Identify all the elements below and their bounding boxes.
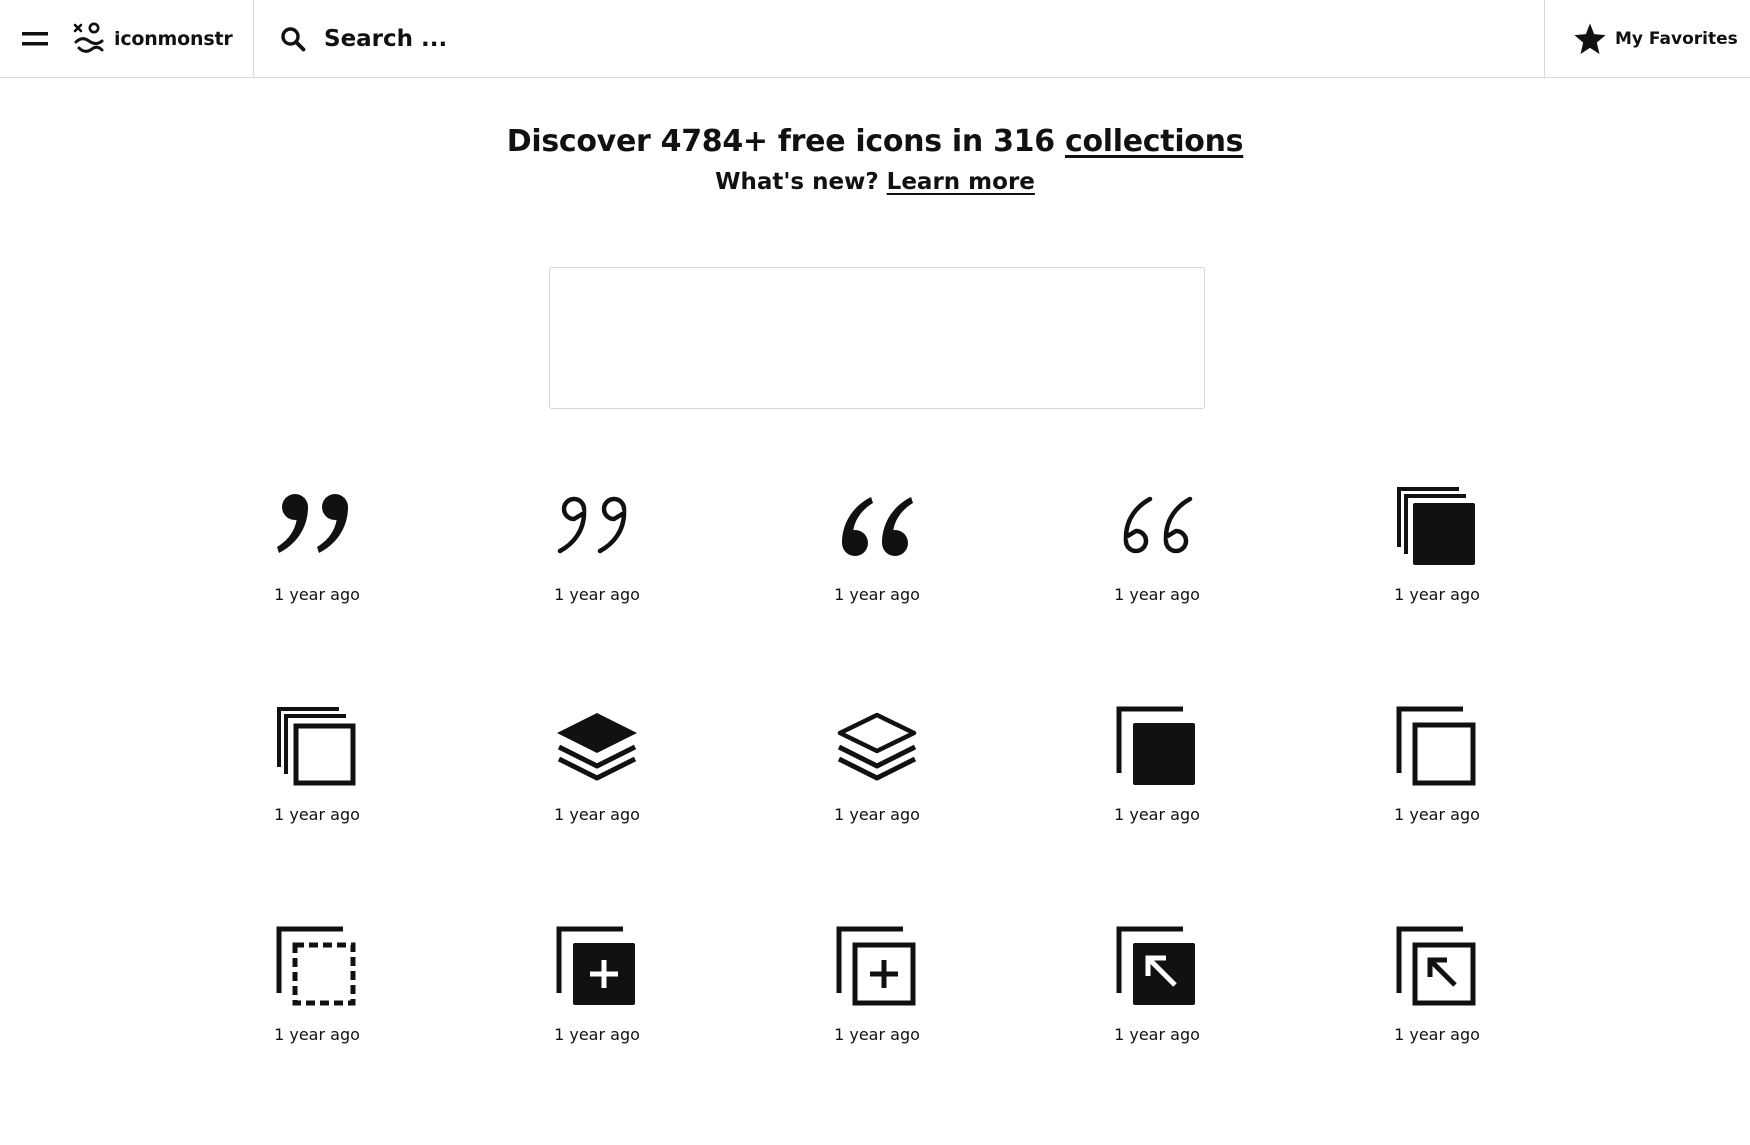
- search-bar: [254, 0, 1544, 78]
- icon-time: 1 year ago: [834, 585, 920, 604]
- collections-link[interactable]: collections: [1065, 124, 1244, 159]
- copy-arrow-filled-icon: [1116, 926, 1195, 1005]
- icon-time: 1 year ago: [554, 585, 640, 604]
- layers-outline-icon: [837, 712, 917, 781]
- copy-outline-icon: [1396, 706, 1476, 786]
- icon-tile[interactable]: 1 year ago: [177, 690, 457, 910]
- icon-tile[interactable]: 1 year ago: [1297, 470, 1577, 690]
- icon-tile[interactable]: 1 year ago: [177, 910, 457, 1130]
- quote-close-filled-icon: [277, 494, 348, 553]
- whats-new-text: What's new?: [715, 169, 887, 195]
- layers-filled-icon: [557, 713, 637, 781]
- brand-name: iconmonstr: [114, 27, 233, 50]
- copy-add-outline-icon: [836, 926, 916, 1006]
- copy-filled-icon: [1116, 706, 1195, 785]
- icon-time: 1 year ago: [1114, 585, 1200, 604]
- copy-add-filled-icon: [556, 926, 635, 1005]
- favorites-label: My Favorites: [1615, 28, 1738, 49]
- logo-link[interactable]: iconmonstr: [72, 22, 233, 56]
- icon-tile[interactable]: 1 year ago: [737, 690, 1017, 910]
- quote-open-outline-icon: [1123, 496, 1193, 554]
- ad-placeholder: [549, 267, 1205, 409]
- icon-time: 1 year ago: [554, 805, 640, 824]
- icon-time: 1 year ago: [834, 1025, 920, 1044]
- icon-tile[interactable]: 1 year ago: [737, 470, 1017, 690]
- top-bar: iconmonstr My Favorites: [0, 0, 1750, 78]
- menu-icon[interactable]: [20, 24, 50, 54]
- search-icon[interactable]: [280, 26, 306, 52]
- icon-tile[interactable]: 1 year ago: [1017, 690, 1297, 910]
- icon-tile[interactable]: 1 year ago: [457, 690, 737, 910]
- search-input[interactable]: [322, 24, 1022, 53]
- icon-time: 1 year ago: [554, 1025, 640, 1044]
- hero: Discover 4784+ free icons in 316 collect…: [0, 124, 1750, 195]
- star-icon: [1574, 22, 1606, 54]
- icon-time: 1 year ago: [274, 1025, 360, 1044]
- icon-tile[interactable]: 1 year ago: [457, 910, 737, 1130]
- learn-more-link[interactable]: Learn more: [887, 169, 1035, 195]
- stack-outline-icon: [277, 707, 356, 786]
- title-prefix: Discover 4784+ free icons in 316: [506, 124, 1065, 159]
- icon-time: 1 year ago: [1114, 805, 1200, 824]
- icon-tile[interactable]: 1 year ago: [1297, 690, 1577, 910]
- icon-tile[interactable]: 1 year ago: [1017, 910, 1297, 1130]
- icon-grid: 1 year ago 1 year ago 1 year ago 1 year …: [177, 470, 1577, 1130]
- icon-time: 1 year ago: [274, 585, 360, 604]
- icon-time: 1 year ago: [1394, 585, 1480, 604]
- quote-close-outline-icon: [557, 496, 627, 554]
- copy-dashed-icon: [276, 926, 356, 1006]
- stack-filled-icon: [1397, 487, 1475, 565]
- icon-tile[interactable]: 1 year ago: [457, 470, 737, 690]
- icon-tile[interactable]: 1 year ago: [177, 470, 457, 690]
- icon-tile[interactable]: 1 year ago: [737, 910, 1017, 1130]
- brand-area: iconmonstr: [0, 0, 254, 78]
- icon-time: 1 year ago: [834, 805, 920, 824]
- copy-arrow-outline-icon: [1396, 926, 1476, 1006]
- my-favorites-button[interactable]: My Favorites: [1544, 0, 1750, 78]
- quote-open-filled-icon: [842, 497, 913, 556]
- icon-time: 1 year ago: [1394, 1025, 1480, 1044]
- icon-tile[interactable]: 1 year ago: [1017, 470, 1297, 690]
- whats-new-line: What's new? Learn more: [0, 169, 1750, 195]
- page-title: Discover 4784+ free icons in 316 collect…: [0, 124, 1750, 159]
- logo-icon: [73, 22, 104, 53]
- icon-time: 1 year ago: [1394, 805, 1480, 824]
- icon-time: 1 year ago: [1114, 1025, 1200, 1044]
- icon-time: 1 year ago: [274, 805, 360, 824]
- icon-tile[interactable]: 1 year ago: [1297, 910, 1577, 1130]
